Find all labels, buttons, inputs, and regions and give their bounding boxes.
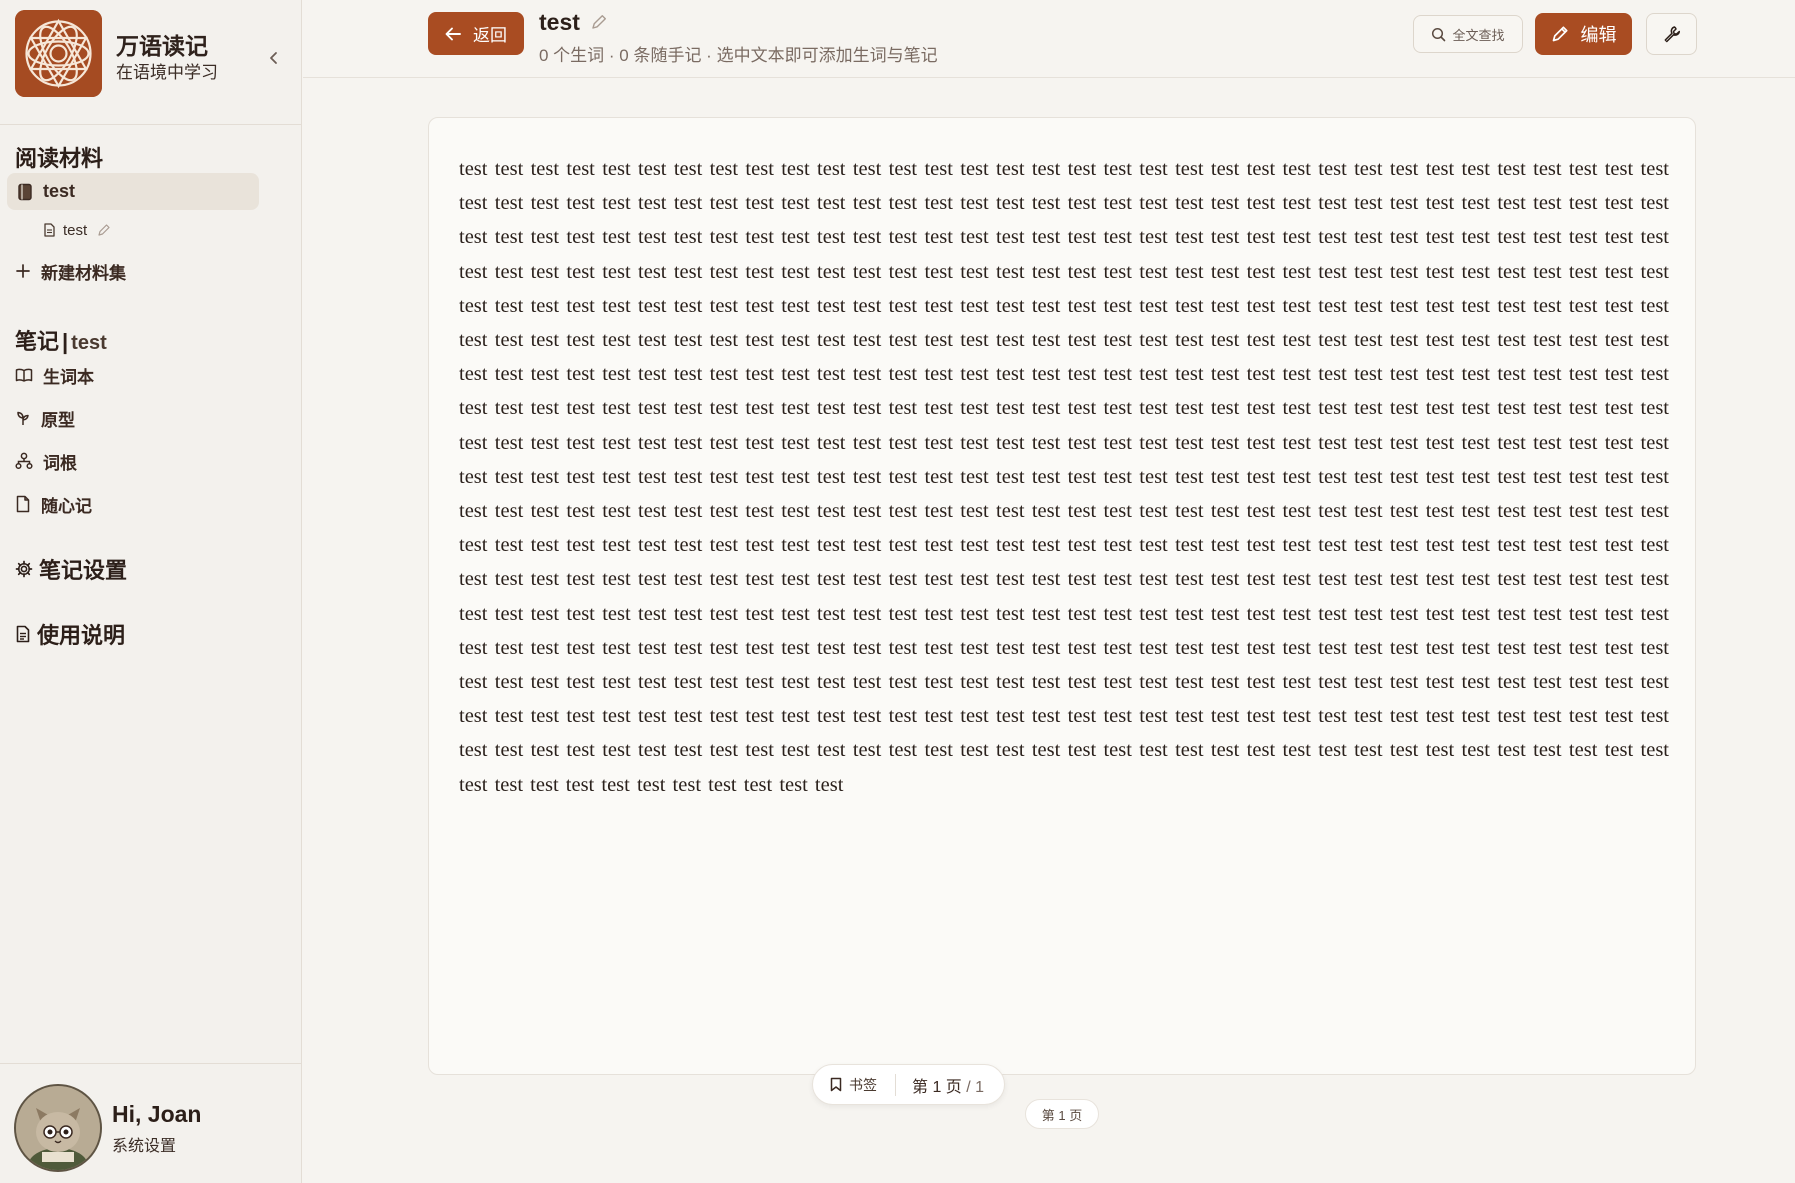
edit-button[interactable]: 编辑	[1535, 13, 1632, 55]
new-collection-button[interactable]: 新建材料集	[15, 257, 126, 285]
document-text-icon	[16, 625, 30, 643]
notes-section-title: 笔记 | test	[15, 324, 107, 356]
page-navigator: 书签 第 1 页 / 1	[812, 1064, 1005, 1105]
chevron-left-icon	[270, 52, 277, 64]
notes-section-collection: test	[71, 332, 107, 354]
collapse-sidebar-button[interactable]	[264, 48, 284, 68]
back-button-label: 返回	[473, 26, 507, 45]
page-separator: /	[966, 1078, 971, 1096]
pencil-icon	[1552, 26, 1568, 42]
gear-icon	[15, 560, 33, 578]
collection-label: test	[43, 181, 76, 201]
bookmark-button[interactable]: 书签	[813, 1075, 895, 1095]
usage-guide-label: 使用说明	[37, 623, 126, 648]
nav-roots[interactable]: 词根	[15, 447, 77, 475]
network-icon	[15, 452, 33, 470]
search-button-label: 全文查找	[1452, 27, 1505, 43]
file-icon	[16, 495, 30, 513]
current-page: 第 1 页	[912, 1078, 962, 1096]
brand: 万语读记 在语境中学习	[15, 10, 287, 98]
full-text-search-button[interactable]: 全文查找	[1413, 15, 1523, 53]
edit-button-label: 编辑	[1580, 25, 1617, 45]
nav-vocabulary[interactable]: 生词本	[15, 361, 94, 389]
collection-item-test[interactable]: test	[7, 173, 259, 210]
pencil-icon	[592, 15, 606, 29]
nav-roots-label: 词根	[43, 453, 77, 473]
new-collection-label: 新建材料集	[41, 263, 126, 283]
plus-icon	[16, 264, 30, 278]
notebook-icon	[18, 183, 32, 200]
brand-subtitle: 在语境中学习	[116, 63, 218, 82]
nav-quick-notes-label: 随心记	[41, 496, 92, 516]
reader-panel: test test test test test test test test …	[428, 117, 1696, 1075]
page-indicator[interactable]: 第 1 页 / 1	[896, 1073, 984, 1097]
page-tag: 第 1 页	[1025, 1099, 1099, 1129]
user-area: Hi, Joan 系统设置	[0, 1063, 302, 1183]
note-settings-label: 笔记设置	[39, 558, 128, 583]
wrench-icon	[1664, 26, 1680, 43]
nav-vocabulary-label: 生词本	[43, 367, 94, 387]
document-label: test	[63, 221, 88, 239]
document-icon	[44, 223, 55, 237]
app: 万语读记 在语境中学习 阅读材料 test test 新建材料集 笔记 | te…	[0, 0, 1795, 1183]
document-title: test	[539, 9, 580, 35]
bookmark-label: 书签	[849, 1076, 877, 1093]
sidebar: 万语读记 在语境中学习 阅读材料 test test 新建材料集 笔记 | te…	[0, 0, 302, 1183]
notes-section-label: 笔记	[15, 329, 60, 354]
usage-guide-link[interactable]: 使用说明	[15, 620, 125, 648]
sprout-icon	[17, 411, 29, 425]
book-open-icon	[15, 368, 33, 382]
reading-section-title: 阅读材料	[15, 146, 104, 171]
document-rename-button[interactable]	[97, 223, 111, 237]
document-meta: 0 个生词 · 0 条随手记 · 选中文本即可添加生词与笔记	[539, 46, 938, 65]
total-pages: 1	[975, 1078, 985, 1096]
nav-quick-notes[interactable]: 随心记	[15, 490, 92, 518]
pencil-icon	[98, 224, 110, 236]
avatar[interactable]	[14, 1084, 102, 1172]
brand-logo	[15, 10, 102, 97]
title-edit-button[interactable]	[590, 13, 608, 36]
reader-text[interactable]: test test test test test test test test …	[459, 152, 1669, 802]
tools-button[interactable]	[1646, 13, 1697, 55]
brand-title: 万语读记	[116, 33, 208, 59]
system-settings-link[interactable]: 系统设置	[112, 1132, 176, 1156]
nav-lemma[interactable]: 原型	[15, 404, 75, 432]
search-icon	[1432, 27, 1446, 41]
document-item-test[interactable]: test	[43, 219, 111, 241]
bookmark-icon	[830, 1077, 842, 1092]
back-button[interactable]: 返回	[428, 12, 524, 55]
arrow-left-icon	[445, 27, 461, 40]
sidebar-divider	[0, 124, 302, 125]
reader-header: 返回 test 0 个生词 · 0 条随手记 · 选中文本即可添加生词与笔记 全…	[303, 0, 1795, 78]
note-settings-link[interactable]: 笔记设置	[15, 555, 127, 583]
nav-lemma-label: 原型	[41, 410, 75, 430]
notes-section-separator: |	[62, 329, 69, 354]
user-greeting: Hi, Joan	[112, 1101, 202, 1127]
